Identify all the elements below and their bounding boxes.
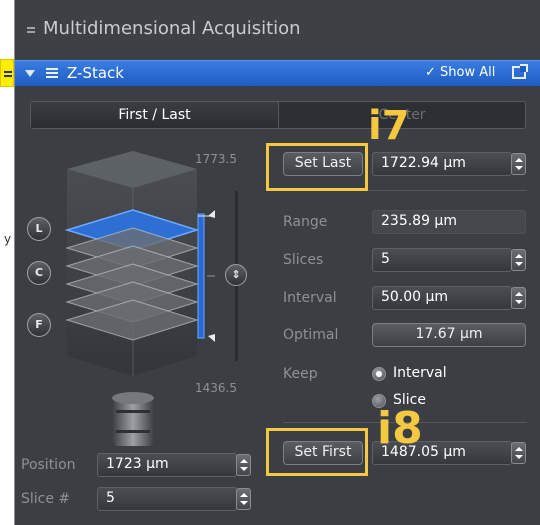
set-last-circle-button[interactable]: L [27,217,51,241]
keep-interval-radio[interactable] [372,367,386,381]
panel-header: Multidimensional Acquisition [15,0,540,60]
zstack-title: Z-Stack [67,64,124,82]
interval-label: Interval [283,290,337,306]
slices-field[interactable]: 5 [372,248,512,272]
show-all-toggle[interactable]: ✓ Show All [425,65,495,80]
undock-icon[interactable] [512,64,528,79]
tab-first-last[interactable]: First / Last [31,102,279,128]
slices-label: Slices [283,252,324,268]
optimal-button[interactable]: 17.67 µm [372,323,526,347]
highlight-box-set-last [266,143,368,191]
list-icon [46,68,58,79]
menu-grip-icon [0,59,14,87]
slice-number-field[interactable]: 5 [97,487,237,511]
highlight-box-set-first [266,428,368,476]
mode-tabs: First / Last Center [30,101,526,129]
margin-text: y [4,232,12,246]
slices-stepper[interactable] [511,249,526,271]
interval-stepper[interactable] [511,287,526,309]
annotation-label-i7: i7 [368,103,410,149]
keep-label: Keep [283,366,318,382]
last-position-stepper[interactable] [511,153,526,175]
slice-number-stepper[interactable] [236,488,251,510]
collapse-arrow-icon[interactable] [25,70,35,77]
slice-number-label: Slice # [21,491,71,507]
zstack-header-bar[interactable]: Z-Stack ✓ Show All [15,60,540,86]
interval-field[interactable]: 50.00 µm [372,286,512,310]
zstack-visualizer: 1773.5 1436.5 L C F ⇕ [15,146,285,446]
optimal-label: Optimal [283,327,339,343]
last-position-field[interactable]: 1722.94 µm [372,152,512,176]
position-field[interactable]: 1723 µm [97,453,237,477]
set-first-circle-button[interactable]: F [27,313,51,337]
set-center-circle-button[interactable]: C [27,261,51,285]
first-position-stepper[interactable] [511,442,526,464]
annotation-label-i8: i8 [377,403,423,454]
panel-title: Multidimensional Acquisition [43,18,301,39]
grip-icon [27,26,35,34]
position-stepper[interactable] [236,454,251,476]
range-label: Range [283,214,328,230]
focus-slider-handle[interactable]: ⇕ [225,264,247,286]
top-position-label: 1773.5 [195,152,237,166]
bottom-position-label: 1436.5 [195,381,237,395]
position-label: Position [21,457,76,473]
keep-interval-label[interactable]: Interval [393,365,447,381]
range-value: 235.89 µm [372,210,526,234]
stack-graphic [64,151,238,446]
